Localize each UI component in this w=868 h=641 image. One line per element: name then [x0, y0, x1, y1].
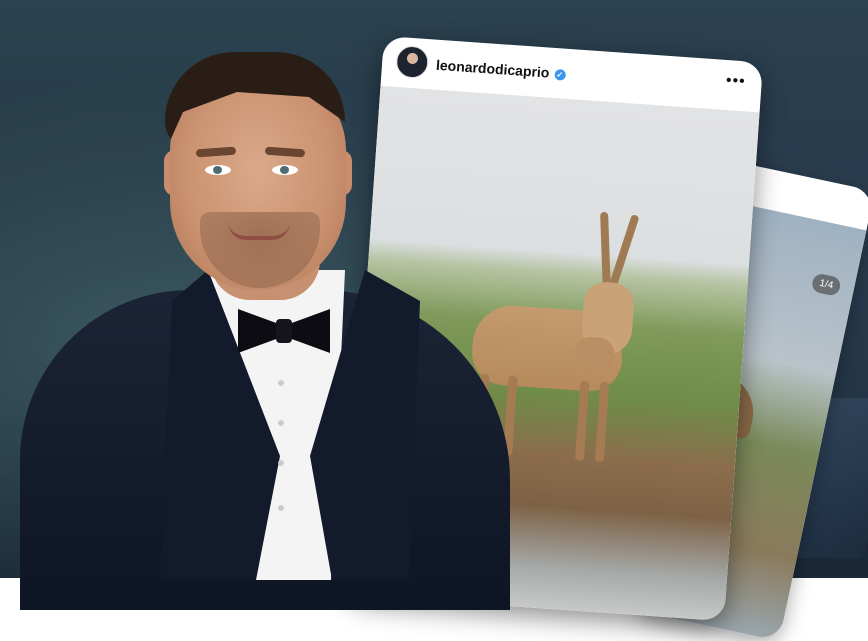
- eye-left: [205, 165, 231, 175]
- eye-right: [272, 165, 298, 175]
- more-options-icon[interactable]: •••: [725, 72, 746, 91]
- saiga-leg: [594, 381, 610, 463]
- person-photo: [0, 0, 520, 610]
- bow-tie: [238, 305, 330, 357]
- saiga-horn: [607, 213, 640, 293]
- smile: [228, 222, 290, 240]
- saiga-leg: [574, 380, 590, 461]
- saiga-nose: [573, 336, 616, 371]
- verified-badge-icon: ✓: [553, 68, 566, 81]
